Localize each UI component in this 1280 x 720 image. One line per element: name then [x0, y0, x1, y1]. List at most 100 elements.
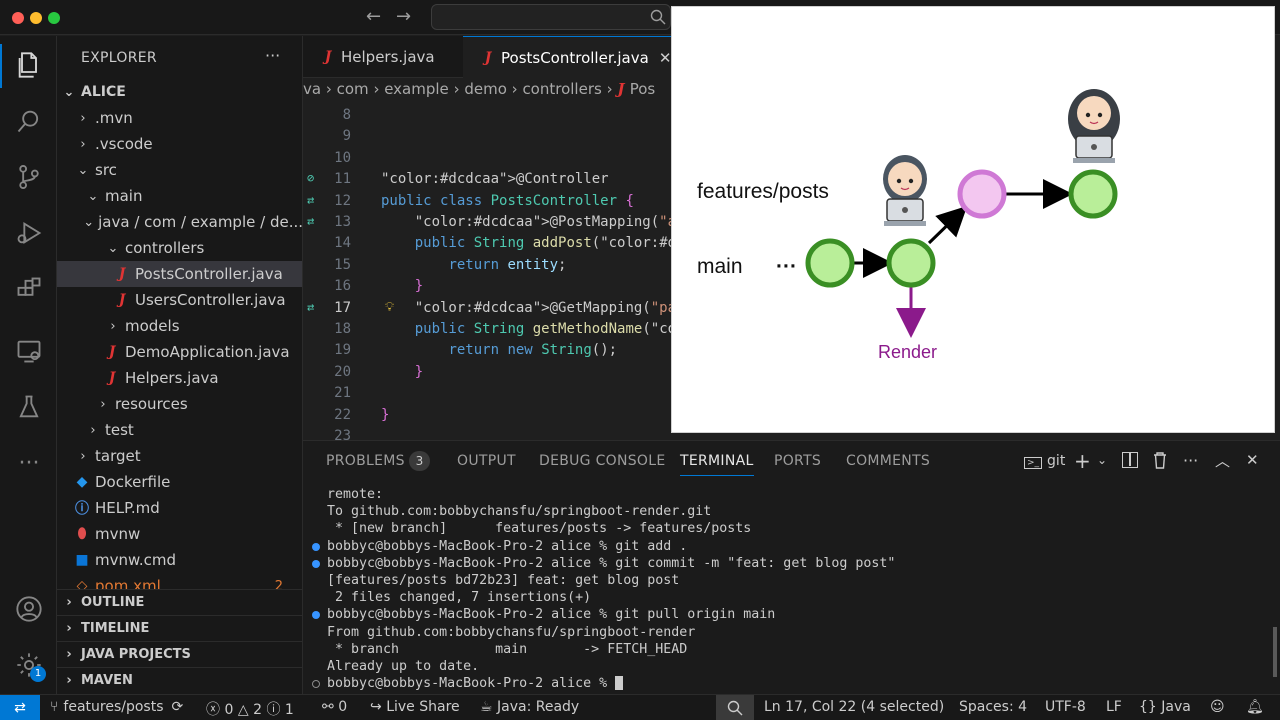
lightbulb-icon[interactable]: 💡︎ [385, 300, 394, 315]
tree-item[interactable]: ⓘ HELP.md [57, 495, 302, 521]
tree-item[interactable]: › .vscode [57, 131, 302, 157]
tree-item[interactable]: ⌄ src [57, 157, 302, 183]
remote-explorer-icon[interactable] [12, 334, 46, 368]
tree-item[interactable]: J DemoApplication.java [57, 339, 302, 365]
run-debug-icon[interactable] [12, 216, 46, 250]
tree-item[interactable]: › .mvn [57, 105, 302, 131]
tab-debug-console[interactable]: DEBUG CONSOLE [539, 453, 666, 469]
code-line[interactable]: return new String(); [381, 342, 617, 358]
code-line[interactable]: } [381, 278, 423, 294]
code-line[interactable]: return entity; [381, 257, 566, 273]
terminal-output[interactable]: remote: To github.com:bobbychansfu/spring… [312, 487, 1267, 693]
maximize-panel-icon[interactable]: ︿ [1215, 450, 1230, 471]
notifications-bell-icon[interactable]: 🔔︎ [1246, 699, 1264, 715]
breadcrumb-item[interactable]: Pos [630, 80, 656, 98]
section-timeline[interactable]: › TIMELINE [57, 615, 302, 641]
breadcrumb-item[interactable]: demo [464, 80, 507, 98]
code-line[interactable]: } [381, 364, 423, 380]
tree-item[interactable]: › test [57, 417, 302, 443]
code-line[interactable]: "color:#dcdcaa">@Controller [381, 171, 609, 187]
maximize-window-button[interactable] [48, 12, 60, 24]
code-line[interactable]: "color:#dcdcaa">@PostMapping("addPost") [381, 214, 673, 230]
explorer-more-actions[interactable]: ··· [265, 46, 280, 65]
tree-item[interactable]: ◆ Dockerfile [57, 469, 302, 495]
manage-gear-icon[interactable]: 1 [12, 648, 46, 682]
tab-terminal[interactable]: TERMINAL [680, 453, 754, 476]
codelens-gutter-icon[interactable]: ⇄ [307, 300, 314, 314]
chevron-down-icon[interactable]: ⌄ [1097, 453, 1107, 467]
command-decoration-icon[interactable] [312, 559, 320, 568]
tree-item[interactable]: J UsersController.java [57, 287, 302, 313]
command-decoration-icon[interactable] [312, 611, 320, 620]
ports-indicator[interactable]: ⚯ 0 [322, 699, 347, 715]
minimize-window-button[interactable] [30, 12, 42, 24]
java-status[interactable]: ☕ Java: Ready [480, 699, 579, 715]
search-icon[interactable] [12, 104, 46, 138]
new-terminal-icon[interactable]: + [1074, 449, 1091, 473]
close-panel-icon[interactable]: ✕ [1246, 451, 1259, 469]
section-maven[interactable]: › MAVEN [57, 667, 302, 693]
codelens-gutter-icon[interactable]: ⊘ [307, 171, 314, 185]
back-arrow-icon[interactable]: ← [366, 6, 381, 27]
breadcrumb-item[interactable]: com [337, 80, 369, 98]
section-outline[interactable]: › OUTLINE [57, 589, 302, 615]
cursor-position[interactable]: Ln 17, Col 22 (4 selected) [764, 699, 944, 715]
tree-item[interactable]: ⌄ java / com / example / de... [57, 209, 302, 235]
tree-item[interactable]: › target [57, 443, 302, 469]
code-line[interactable]: } [381, 407, 389, 423]
zoom-icon[interactable] [716, 695, 754, 720]
codelens-gutter-icon[interactable]: ⇄ [307, 214, 314, 228]
tab-comments[interactable]: COMMENTS [846, 453, 930, 469]
forward-arrow-icon[interactable]: → [396, 6, 411, 27]
breadcrumb-item[interactable]: controllers [522, 80, 601, 98]
command-center-search[interactable] [431, 4, 671, 30]
split-terminal-icon[interactable] [1122, 452, 1138, 468]
source-control-icon[interactable] [12, 160, 46, 194]
tree-item[interactable]: ⌄ main [57, 183, 302, 209]
tab-posts-controller-java[interactable]: J PostsController.java ✕ [463, 36, 673, 78]
end-of-line[interactable]: LF [1106, 699, 1122, 715]
command-decoration-icon[interactable] [312, 680, 320, 689]
problems-indicator[interactable]: ⓧ 0 △ 2 ⓘ 1 [206, 699, 294, 719]
tree-item[interactable]: ⌄ controllers [57, 235, 302, 261]
breadcrumb-item[interactable]: example [384, 80, 449, 98]
command-decoration-icon[interactable] [312, 542, 320, 551]
tree-item[interactable]: J Helpers.java [57, 365, 302, 391]
trash-icon[interactable] [1152, 451, 1168, 469]
tab-output[interactable]: OUTPUT [457, 453, 516, 469]
language-mode[interactable]: {} Java [1139, 699, 1191, 715]
tree-item[interactable]: J PostsController.java [57, 261, 302, 287]
more-views-icon[interactable]: ··· [12, 446, 46, 480]
tab-problems[interactable]: PROBLEMS [326, 453, 405, 469]
code-line[interactable]: "color:#dcdcaa">@GetMapping("path") [381, 300, 673, 316]
live-share-button[interactable]: ↪ Live Share [370, 699, 460, 715]
tree-item[interactable]: ⬮ mvnw [57, 521, 302, 547]
remote-indicator-icon[interactable]: ⇄ [0, 695, 40, 720]
copilot-icon[interactable]: ☺ [1210, 699, 1225, 715]
more-actions-icon[interactable]: ··· [1183, 451, 1198, 470]
code-editor[interactable]: 8 9 10 11 "color:#dcdcaa">@Controller 12 publi… [303, 104, 673, 440]
breadcrumb-item[interactable]: va [303, 80, 321, 98]
tree-item[interactable]: ■ mvnw.cmd [57, 547, 302, 573]
terminal-scrollbar[interactable] [1273, 627, 1277, 677]
testing-icon[interactable] [12, 390, 46, 424]
encoding[interactable]: UTF-8 [1045, 699, 1086, 715]
branch-indicator[interactable]: ⑂ features/posts ⟳ [50, 699, 183, 715]
close-tab-icon[interactable]: ✕ [659, 49, 672, 67]
accounts-icon[interactable] [12, 592, 46, 626]
explorer-icon[interactable] [12, 48, 46, 82]
codelens-gutter-icon[interactable]: ⇄ [307, 193, 314, 207]
close-window-button[interactable] [12, 12, 24, 24]
tab-ports[interactable]: PORTS [774, 453, 821, 469]
tree-item[interactable]: › resources [57, 391, 302, 417]
tree-item[interactable]: › models [57, 313, 302, 339]
code-line[interactable]: public class PostsController { [381, 193, 634, 209]
tab-helpers-java[interactable]: J Helpers.java [303, 36, 463, 78]
code-line[interactable]: public String addPost("color:#dcdcaa">@R… [381, 235, 673, 251]
section-java-projects[interactable]: › JAVA PROJECTS [57, 641, 302, 667]
workspace-root[interactable]: ⌄ ALICE [57, 79, 302, 105]
code-line[interactable]: public String getMethodName("color:#dcdc… [381, 321, 673, 337]
extensions-icon[interactable] [12, 272, 46, 306]
terminal-shell-selector[interactable]: >_ git [1024, 453, 1065, 469]
indentation[interactable]: Spaces: 4 [959, 699, 1027, 715]
